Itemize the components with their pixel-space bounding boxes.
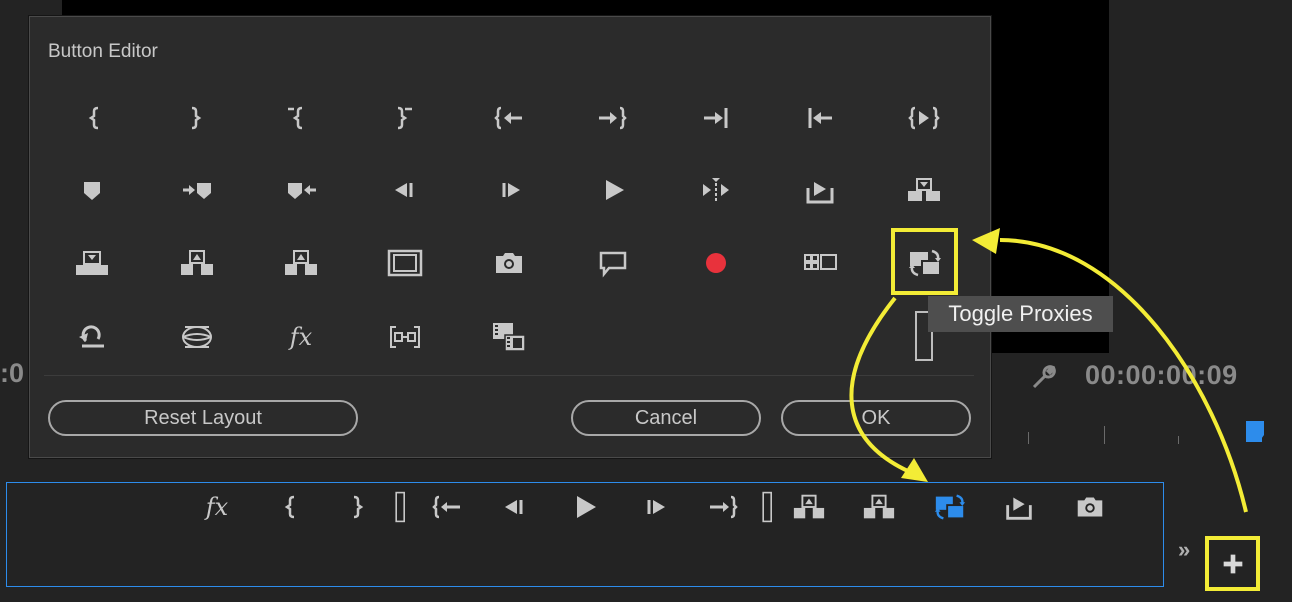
spacer-icon[interactable] (384, 490, 418, 524)
tooltip: Toggle Proxies (928, 296, 1113, 332)
add-button[interactable] (1205, 536, 1260, 591)
add-marker-icon[interactable] (70, 168, 114, 212)
mark-clip-out-icon[interactable] (380, 96, 424, 140)
play-icon[interactable] (568, 490, 602, 524)
ruler-tick (1178, 436, 1179, 444)
step-forward-icon[interactable] (488, 168, 532, 212)
loop-icon[interactable] (70, 315, 114, 359)
play-icon[interactable] (592, 168, 636, 212)
step-back-icon[interactable] (383, 168, 427, 212)
spacer-icon[interactable] (751, 490, 785, 524)
wrench-icon[interactable] (1028, 362, 1058, 392)
compare-view-icon[interactable] (487, 315, 531, 359)
mark-out-icon[interactable] (339, 490, 373, 524)
timecode-partial: :0 (0, 358, 25, 388)
ruler-tick (1028, 432, 1029, 444)
toggle-proxies-icon[interactable] (933, 490, 967, 524)
camera-icon[interactable] (487, 241, 531, 285)
play-in-to-out-icon[interactable] (902, 96, 946, 140)
camera-icon[interactable] (1073, 490, 1107, 524)
lift-icon[interactable] (175, 241, 219, 285)
arrow-head (901, 458, 928, 482)
mark-in-icon[interactable] (275, 490, 309, 524)
insert-icon[interactable] (902, 168, 946, 212)
playhead-icon[interactable] (1244, 420, 1268, 444)
fx-label: fx (205, 493, 229, 521)
button-editor-dialog: Button Editor fx Reset Layout Cancel OK (29, 16, 991, 458)
mark-out-icon[interactable] (172, 96, 216, 140)
fx-icon[interactable]: fx (279, 315, 323, 359)
dialog-title: Button Editor (48, 41, 158, 62)
lift-icon[interactable] (792, 490, 826, 524)
plus-icon (1223, 554, 1242, 573)
step-back-icon[interactable] (498, 490, 532, 524)
mark-clip-in-icon[interactable] (276, 96, 320, 140)
vr-video-icon[interactable] (175, 315, 219, 359)
fx-icon[interactable]: fx (200, 490, 234, 524)
extract-icon[interactable] (279, 241, 323, 285)
dialog-divider (44, 375, 974, 376)
shuttle-icon[interactable] (694, 168, 738, 212)
trim-icon[interactable] (383, 315, 427, 359)
go-to-out-icon[interactable] (590, 96, 634, 140)
ruler-tick (1104, 426, 1105, 444)
multi-camera-icon[interactable] (798, 241, 842, 285)
go-to-next-marker-icon[interactable] (175, 168, 219, 212)
overflow-chevron-icon[interactable]: » (1178, 537, 1190, 563)
fx-label: fx (289, 323, 313, 351)
go-to-out-icon[interactable] (706, 490, 740, 524)
highlight-box (891, 228, 958, 295)
cancel-button[interactable]: Cancel (571, 400, 761, 436)
export-frame-icon[interactable] (798, 168, 842, 212)
reset-layout-button[interactable]: Reset Layout (48, 400, 358, 436)
mark-in-icon[interactable] (75, 96, 119, 140)
record-icon[interactable] (694, 241, 738, 285)
go-to-in-icon[interactable] (430, 490, 464, 524)
step-forward-icon[interactable] (639, 490, 673, 524)
overwrite-icon[interactable] (70, 241, 114, 285)
playhead-timecode[interactable]: 00:00:00:09 (1085, 360, 1238, 391)
extract-icon[interactable] (862, 490, 896, 524)
export-frame-icon[interactable] (1002, 490, 1036, 524)
ok-button[interactable]: OK (781, 400, 971, 436)
go-to-next-edit-icon[interactable] (694, 96, 738, 140)
go-to-previous-marker-icon[interactable] (280, 168, 324, 212)
comment-icon[interactable] (591, 241, 635, 285)
go-to-in-icon[interactable] (487, 96, 531, 140)
safe-margins-icon[interactable] (383, 241, 427, 285)
go-to-previous-edit-icon[interactable] (798, 96, 842, 140)
